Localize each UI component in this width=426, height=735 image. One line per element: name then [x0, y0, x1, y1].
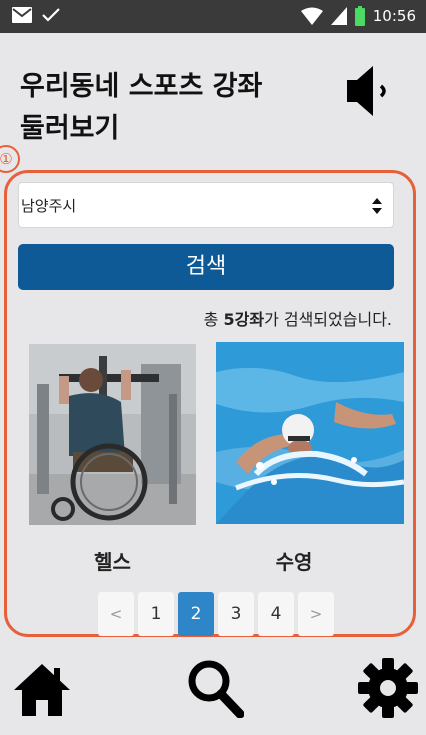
gear-icon[interactable]: [356, 656, 420, 720]
region-select-value: 남양주시: [21, 197, 77, 215]
page-title-line2: 둘러보기: [20, 113, 120, 144]
page-3-button[interactable]: 3: [218, 592, 254, 636]
pagination: < 1 2 3 4 >: [98, 592, 334, 636]
page-title: 우리동네 스포츠 강좌 둘러보기: [20, 66, 320, 150]
annotation-marker: ①: [0, 145, 20, 173]
page-prev-button[interactable]: <: [98, 592, 134, 636]
select-arrows-icon: [372, 198, 382, 214]
status-bar: 10:56: [0, 0, 426, 33]
check-icon: [42, 8, 60, 22]
result-count-text: 총 5강좌가 검색되었습니다.: [204, 306, 392, 330]
page-1-button[interactable]: 1: [138, 592, 174, 636]
battery-icon: [354, 6, 365, 26]
result-count: 5강좌: [223, 310, 265, 329]
swimming-card-label[interactable]: 수영: [200, 546, 388, 575]
fitness-card-label[interactable]: 헬스: [29, 546, 196, 575]
signal-icon: [330, 7, 347, 25]
mail-icon: [12, 7, 32, 23]
swimming-card-image[interactable]: [216, 342, 404, 524]
speaker-icon[interactable]: [343, 62, 395, 120]
page-4-button[interactable]: 4: [258, 592, 294, 636]
result-suffix: 가 검색되었습니다.: [264, 310, 392, 329]
region-select[interactable]: 남양주시: [18, 182, 394, 228]
page-title-line1: 우리동네 스포츠 강좌: [20, 71, 263, 102]
page-next-button[interactable]: >: [298, 592, 334, 636]
page-2-button[interactable]: 2: [178, 592, 214, 636]
wifi-icon: [300, 7, 323, 25]
result-prefix: 총: [203, 310, 224, 329]
search-icon[interactable]: [186, 658, 244, 718]
home-icon[interactable]: [12, 662, 72, 718]
search-button[interactable]: 검색: [18, 244, 394, 290]
status-time: 10:56: [372, 7, 416, 25]
fitness-card-image[interactable]: [29, 344, 196, 525]
